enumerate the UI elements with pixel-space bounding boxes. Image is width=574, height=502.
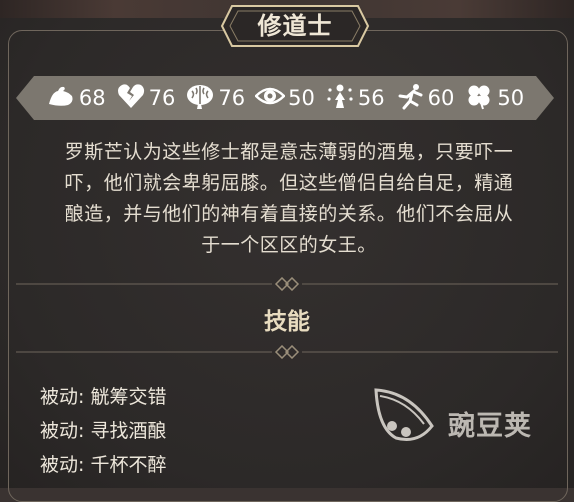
description-line: 吓，他们就会卑躬屈膝。但这些僧侣自给自足，精通 (64, 172, 514, 194)
skill-item[interactable]: 被动: 千杯不醉 (40, 450, 166, 477)
stat-value: 56 (357, 86, 385, 110)
broken-heart-icon (116, 82, 146, 114)
stat-luck: 50 (464, 82, 524, 114)
running-figure-icon (395, 82, 425, 114)
stat-value: 60 (427, 86, 455, 110)
stat-perception: 50 (254, 82, 315, 114)
eye-icon (254, 82, 286, 114)
skill-item[interactable]: 被动: 觥筹交错 (40, 382, 166, 409)
stat-health: 76 (116, 82, 176, 114)
brain-icon (185, 82, 215, 114)
unit-description: 罗斯芒认为这些修士都是意志薄弱的酒鬼，只要吓一 吓，他们就会卑躬屈膝。但这些僧侣… (32, 137, 546, 261)
ornament-divider (16, 344, 558, 360)
description-line: 于一个区区的女王。 (201, 234, 377, 256)
stat-value: 50 (288, 86, 315, 110)
title-plate: 修道士 (220, 4, 370, 48)
ornament-divider (16, 276, 558, 292)
clover-icon (464, 82, 494, 114)
stat-value: 76 (218, 86, 246, 110)
stat-strength: 68 (46, 82, 106, 114)
watermark-text: 豌豆荚 (448, 411, 532, 442)
muscle-icon (46, 82, 76, 114)
stat-value: 68 (78, 86, 106, 110)
spirit-icon (325, 82, 355, 114)
description-line: 罗斯芒认为这些修士都是意志薄弱的酒鬼，只要吓一 (64, 141, 514, 163)
stat-value: 50 (497, 86, 525, 110)
unit-title: 修道士 (257, 12, 333, 40)
description-line: 酿造，并与他们的神有着直接的关系。他们不会屈从 (64, 203, 514, 225)
stat-value: 76 (148, 86, 176, 110)
stat-agility: 60 (395, 82, 455, 114)
stat-intellect: 76 (185, 82, 245, 114)
stat-spirit: 56 (325, 82, 385, 114)
stats-bar: 68 76 76 50 56 60 50 (16, 76, 554, 120)
skill-item[interactable]: 被动: 寻找酒酿 (40, 416, 166, 443)
skills-heading: 技能 (264, 309, 310, 335)
